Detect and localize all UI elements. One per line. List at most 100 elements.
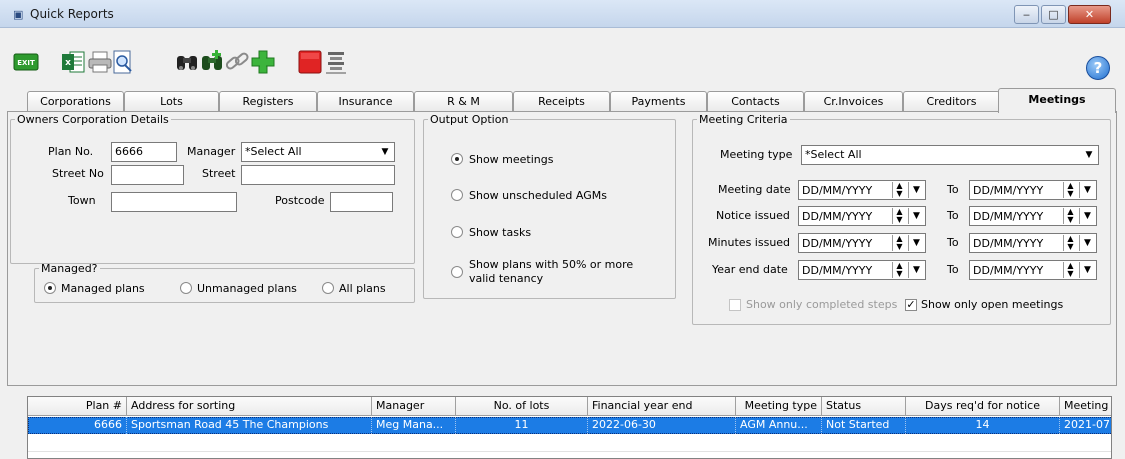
- meeting-date-from[interactable]: DD/MM/YYYY ▲ ▼ ▼: [798, 180, 926, 200]
- notice-issued-to[interactable]: DD/MM/YYYY ▲ ▼ ▼: [969, 206, 1097, 226]
- show-meetings-label[interactable]: Show meetings: [469, 153, 553, 166]
- spin-icon[interactable]: ▲ ▼: [1063, 182, 1077, 198]
- chevron-down-icon[interactable]: ▼: [908, 182, 924, 198]
- managed-plans-label[interactable]: Managed plans: [61, 282, 145, 295]
- tab-contacts[interactable]: Contacts: [707, 91, 804, 112]
- spin-icon[interactable]: ▲ ▼: [1063, 208, 1077, 224]
- cell-address[interactable]: Sportsman Road 45 The Champions: [127, 417, 372, 434]
- chevron-down-icon[interactable]: ▼: [377, 144, 393, 160]
- chevron-down-icon[interactable]: ▼: [908, 208, 924, 224]
- column-header-meeting[interactable]: Meeting: [1060, 397, 1111, 416]
- chevron-down-icon[interactable]: ▼: [1079, 182, 1095, 198]
- tab-registers[interactable]: Registers: [219, 91, 317, 112]
- unmanaged-plans-label[interactable]: Unmanaged plans: [197, 282, 297, 295]
- tab-corporations[interactable]: Corporations: [27, 91, 124, 112]
- show-plans-tenancy-radio[interactable]: [451, 266, 463, 278]
- chevron-down-icon[interactable]: ▼: [1079, 235, 1095, 251]
- output-option-legend: Output Option: [430, 113, 509, 126]
- minutes-issued-from[interactable]: DD/MM/YYYY ▲ ▼ ▼: [798, 233, 926, 253]
- spin-icon[interactable]: ▲ ▼: [892, 262, 906, 278]
- spin-icon[interactable]: ▲ ▼: [1063, 235, 1077, 251]
- town-input[interactable]: [111, 192, 237, 212]
- help-icon[interactable]: ?: [1086, 56, 1110, 80]
- minutes-issued-label: Minutes issued: [708, 236, 791, 249]
- plan-no-input[interactable]: 6666: [111, 142, 177, 162]
- meeting-type-select[interactable]: *Select All ▼: [801, 145, 1099, 165]
- all-plans-label[interactable]: All plans: [339, 282, 386, 295]
- cell-meeting[interactable]: 2021-07: [1060, 417, 1111, 434]
- tab-cr-invoices[interactable]: Cr.Invoices: [804, 91, 903, 112]
- show-open-meetings-label[interactable]: Show only open meetings: [921, 298, 1063, 311]
- town-label: Town: [68, 194, 96, 207]
- stop-icon[interactable]: [297, 49, 323, 75]
- unmanaged-plans-radio[interactable]: [180, 282, 192, 294]
- show-tasks-radio[interactable]: [451, 226, 463, 238]
- show-tasks-label[interactable]: Show tasks: [469, 226, 531, 239]
- tab-insurance[interactable]: Insurance: [317, 91, 414, 112]
- cell-manager[interactable]: Meg Mana...: [372, 417, 456, 434]
- tab-creditors[interactable]: Creditors: [903, 91, 1000, 112]
- binoculars-icon[interactable]: [174, 49, 200, 75]
- add-icon[interactable]: [250, 49, 276, 75]
- tab-receipts[interactable]: Receipts: [513, 91, 610, 112]
- binoculars-plus-icon[interactable]: [199, 49, 225, 75]
- show-plans-tenancy-label-1[interactable]: Show plans with 50% or more: [469, 258, 633, 271]
- column-header-manager[interactable]: Manager: [372, 397, 456, 416]
- spin-icon[interactable]: ▲ ▼: [892, 182, 906, 198]
- manager-select[interactable]: *Select All ▼: [241, 142, 395, 162]
- tab-r-and-m[interactable]: R & M: [414, 91, 513, 112]
- cell-plan[interactable]: 6666: [28, 417, 127, 434]
- notice-issued-from[interactable]: DD/MM/YYYY ▲ ▼ ▼: [798, 206, 926, 226]
- column-header-plan[interactable]: Plan #: [28, 397, 127, 416]
- column-header-lots[interactable]: No. of lots: [456, 397, 588, 416]
- cell-lots[interactable]: 11: [456, 417, 588, 434]
- show-unscheduled-agms-radio[interactable]: [451, 189, 463, 201]
- chevron-down-icon[interactable]: ▼: [1079, 208, 1095, 224]
- cell-financial-year-end[interactable]: 2022-06-30: [588, 417, 736, 434]
- tab-meetings[interactable]: Meetings: [998, 88, 1116, 113]
- postcode-input[interactable]: [330, 192, 393, 212]
- show-unscheduled-agms-label[interactable]: Show unscheduled AGMs: [469, 189, 607, 202]
- spin-icon[interactable]: ▲ ▼: [892, 208, 906, 224]
- year-end-date-from[interactable]: DD/MM/YYYY ▲ ▼ ▼: [798, 260, 926, 280]
- show-meetings-radio[interactable]: [451, 153, 463, 165]
- close-button[interactable]: ✕: [1068, 5, 1111, 24]
- exit-icon[interactable]: EXIT: [13, 49, 39, 75]
- chevron-down-icon[interactable]: ▼: [908, 262, 924, 278]
- print-preview-icon[interactable]: [110, 49, 136, 75]
- managed-plans-radio[interactable]: [44, 282, 56, 294]
- street-no-input[interactable]: [111, 165, 184, 185]
- cell-status[interactable]: Not Started: [822, 417, 906, 434]
- minimize-button[interactable]: ‒: [1014, 5, 1039, 24]
- column-header-days-notice[interactable]: Days req'd for notice: [906, 397, 1060, 416]
- tab-lots[interactable]: Lots: [124, 91, 219, 112]
- street-input[interactable]: [241, 165, 395, 185]
- minutes-issued-to[interactable]: DD/MM/YYYY ▲ ▼ ▼: [969, 233, 1097, 253]
- chevron-down-icon[interactable]: ▼: [908, 235, 924, 251]
- column-header-meeting-type[interactable]: Meeting type: [736, 397, 822, 416]
- show-open-meetings-checkbox[interactable]: ✓: [905, 299, 917, 311]
- spin-icon[interactable]: ▲ ▼: [892, 235, 906, 251]
- manager-label: Manager: [187, 145, 236, 158]
- spin-icon[interactable]: ▲ ▼: [1063, 262, 1077, 278]
- tab-payments[interactable]: Payments: [610, 91, 707, 112]
- to-label: To: [947, 209, 959, 222]
- excel-icon[interactable]: x: [60, 49, 86, 75]
- link-icon[interactable]: [224, 49, 250, 75]
- column-header-status[interactable]: Status: [822, 397, 906, 416]
- layout-icon[interactable]: [323, 49, 349, 75]
- cell-days-notice[interactable]: 14: [906, 417, 1060, 434]
- chevron-down-icon[interactable]: ▼: [1081, 147, 1097, 163]
- title-bar[interactable]: ▣ Quick Reports ‒ □ ✕: [0, 0, 1125, 28]
- show-completed-steps-label[interactable]: Show only completed steps: [746, 298, 897, 311]
- all-plans-radio[interactable]: [322, 282, 334, 294]
- maximize-button[interactable]: □: [1041, 5, 1066, 24]
- meeting-date-to[interactable]: DD/MM/YYYY ▲ ▼ ▼: [969, 180, 1097, 200]
- column-header-financial-year-end[interactable]: Financial year end: [588, 397, 736, 416]
- cell-meeting-type[interactable]: AGM Annu...: [736, 417, 822, 434]
- year-end-date-to[interactable]: DD/MM/YYYY ▲ ▼ ▼: [969, 260, 1097, 280]
- show-completed-steps-checkbox[interactable]: [729, 299, 741, 311]
- show-plans-tenancy-label-2[interactable]: valid tenancy: [469, 272, 543, 285]
- chevron-down-icon[interactable]: ▼: [1079, 262, 1095, 278]
- column-header-address[interactable]: Address for sorting: [127, 397, 372, 416]
